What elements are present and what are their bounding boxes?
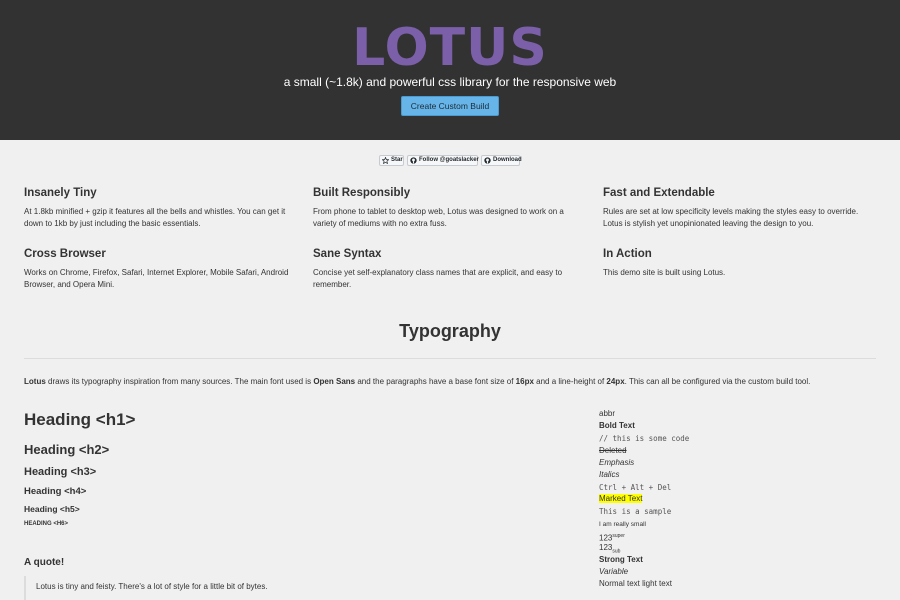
feature-title: Built Responsibly: [313, 187, 411, 199]
intro-text: . This can all be configured via the cus…: [624, 377, 811, 386]
hero-banner: LOTUS a small (~1.8k) and powerful css l…: [0, 0, 900, 140]
bold-sample: Bold Text: [599, 421, 635, 430]
heading-h5: Heading <h5>: [24, 504, 80, 514]
intro-text: and a line-height of: [533, 377, 607, 386]
heading-h6: Heading <h6>: [24, 521, 69, 527]
heading-h2: Heading <h2>: [24, 442, 110, 457]
github-icon: [484, 157, 491, 164]
intro-size: 16px: [515, 377, 534, 386]
feature-title: Insanely Tiny: [24, 187, 97, 199]
typography-title: Typography: [399, 321, 501, 341]
github-buttons: Star Follow @goatslacker Download: [0, 155, 900, 167]
small-sample: I am really small: [599, 521, 646, 528]
kbd-sample: Ctrl + Alt + Del: [599, 483, 672, 492]
samp-sample: This is a sample: [599, 507, 672, 516]
heading-h1: Heading <h1>: [24, 410, 136, 429]
lotus-logo: LOTUS: [352, 18, 548, 78]
feature-title: In Action: [603, 248, 652, 260]
intro-text: draws its typography inspiration from ma…: [45, 377, 314, 386]
variable-sample: Variable: [599, 567, 629, 576]
strong-sample: Strong Text: [599, 555, 643, 564]
abbr-sample: abbr: [599, 409, 616, 418]
divider: [24, 358, 876, 359]
marked-sample: Marked Text: [599, 494, 643, 503]
feature-description: From phone to tablet to desktop web, Lot…: [313, 207, 564, 228]
feature-description: This demo site is built using Lotus.: [603, 268, 726, 277]
github-follow-button[interactable]: Follow @goatslacker: [407, 155, 479, 166]
italics-sample: Italics: [599, 470, 620, 479]
typography-intro: Lotus draws its typography inspiration f…: [24, 376, 810, 388]
heading-h3: Heading <h3>: [24, 466, 97, 478]
star-icon: [382, 157, 389, 164]
github-icon: [410, 157, 417, 164]
feature-description: Works on Chrome, Firefox, Safari, Intern…: [24, 268, 289, 289]
deleted-sample: Deleted: [599, 446, 627, 455]
blockquote: Lotus is tiny and feisty. There's a lot …: [24, 576, 384, 600]
download-label: Download: [493, 157, 522, 163]
feature-title: Sane Syntax: [313, 248, 382, 260]
feature-title: Cross Browser: [24, 248, 106, 260]
emphasis-sample: Emphasis: [599, 458, 635, 467]
tagline: a small (~1.8k) and powerful css library…: [283, 75, 617, 89]
feature-description: Rules are set at low specificity levels …: [603, 207, 859, 228]
feature-description: Concise yet self-explanatory class names…: [313, 268, 563, 289]
sup-sample: 123super: [599, 533, 625, 543]
intro-line-height: 24px: [606, 377, 625, 386]
create-custom-build-button[interactable]: Create Custom Build: [401, 96, 499, 116]
intro-font: Open Sans: [313, 377, 356, 386]
star-label: Star: [391, 157, 403, 163]
github-star-button[interactable]: Star: [379, 155, 404, 166]
quote-text: Lotus is tiny and feisty. There's a lot …: [36, 582, 268, 591]
github-download-button[interactable]: Download: [481, 155, 522, 166]
code-sample: // this is some code: [599, 434, 690, 443]
feature-description: At 1.8kb minified + gzip it features all…: [24, 207, 286, 228]
intro-text: and the paragraphs have a base font size…: [355, 377, 516, 386]
feature-title: Fast and Extendable: [603, 187, 715, 199]
follow-label: Follow @goatslacker: [419, 157, 479, 163]
quote-title: A quote!: [24, 557, 65, 568]
intro-lotus: Lotus: [24, 377, 46, 386]
heading-h4: Heading <h4>: [24, 486, 87, 497]
light-text-sample: Normal text light text: [599, 579, 672, 588]
